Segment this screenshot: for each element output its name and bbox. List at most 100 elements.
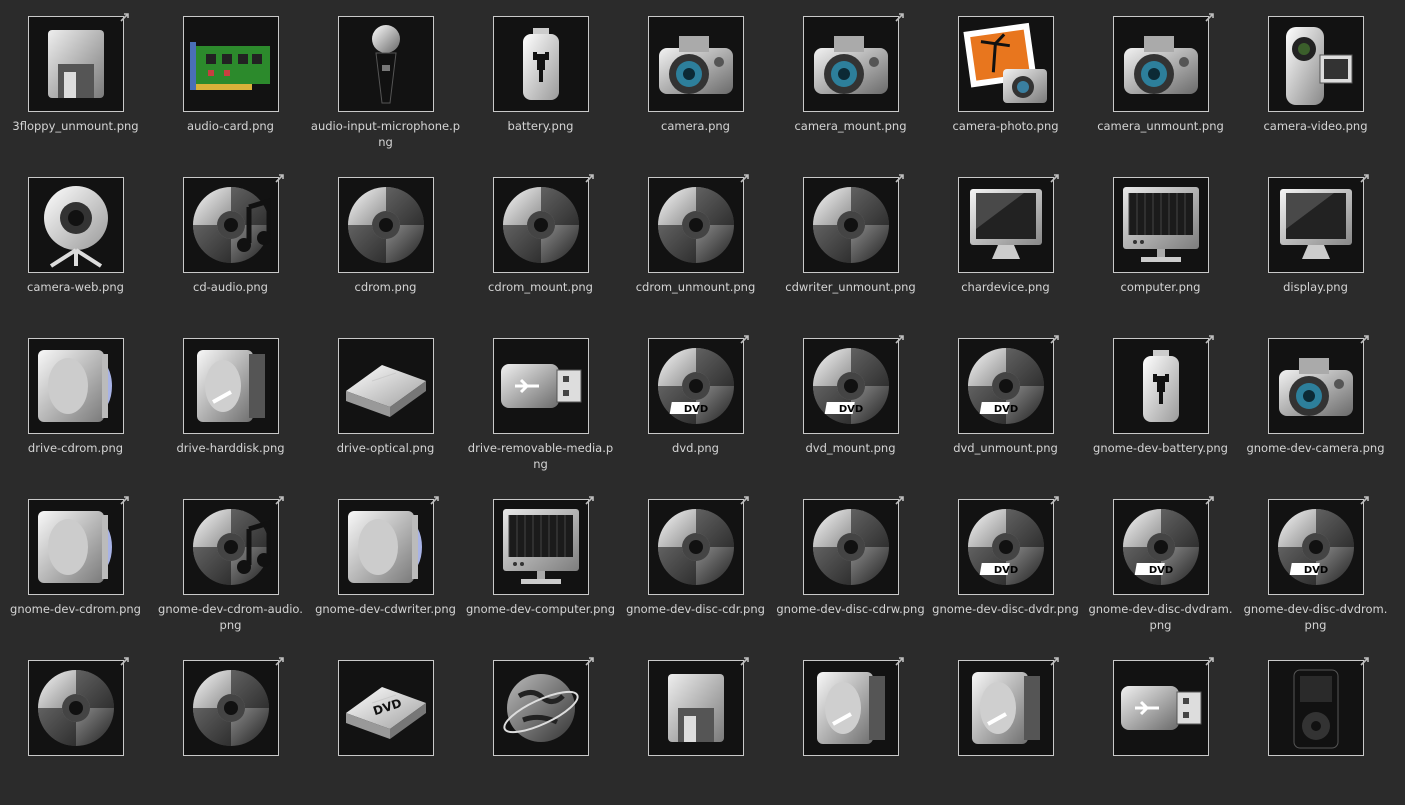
file-thumbnail[interactable] — [802, 174, 904, 273]
file-thumbnail[interactable] — [492, 657, 594, 756]
file-name-label: camera_unmount.png — [1097, 119, 1224, 133]
file-thumbnail[interactable] — [182, 338, 279, 434]
file-tile[interactable] — [773, 644, 928, 805]
file-tile[interactable]: camera-video.png — [1238, 0, 1393, 161]
file-tile[interactable]: drive-cdrom.png — [0, 322, 153, 483]
file-tile[interactable] — [1083, 644, 1238, 805]
file-thumbnail[interactable] — [27, 177, 124, 273]
file-tile[interactable]: audio-card.png — [153, 0, 308, 161]
file-thumbnail[interactable] — [27, 338, 124, 434]
symlink-arrow-icon — [1049, 335, 1059, 344]
file-thumbnail[interactable] — [492, 496, 594, 595]
symlink-arrow-icon — [1359, 174, 1369, 183]
file-tile[interactable]: gnome-dev-battery.png — [1083, 322, 1238, 483]
file-tile[interactable] — [928, 644, 1083, 805]
file-thumbnail[interactable] — [647, 174, 749, 273]
file-thumbnail[interactable] — [1112, 177, 1209, 273]
file-name-label: drive-harddisk.png — [176, 441, 285, 455]
file-thumbnail[interactable] — [1267, 335, 1369, 434]
file-tile[interactable]: cdrom.png — [308, 161, 463, 322]
file-thumbnail[interactable]: DVD — [1112, 496, 1214, 595]
file-thumbnail[interactable] — [1112, 657, 1214, 756]
file-thumbnail[interactable]: DVD — [957, 335, 1059, 434]
file-tile[interactable]: camera-photo.png — [928, 0, 1083, 161]
file-thumbnail[interactable]: DVD — [802, 335, 904, 434]
file-thumbnail[interactable] — [337, 16, 434, 112]
file-thumbnail[interactable] — [1112, 13, 1214, 112]
file-thumbnail[interactable] — [1267, 657, 1369, 756]
file-tile[interactable]: drive-harddisk.png — [153, 322, 308, 483]
file-thumbnail[interactable] — [492, 338, 589, 434]
file-thumbnail[interactable] — [1112, 335, 1214, 434]
file-tile[interactable]: gnome-dev-disc-cdrw.png — [773, 483, 928, 644]
file-thumbnail[interactable] — [1267, 16, 1364, 112]
file-thumbnail[interactable]: DVD — [647, 335, 749, 434]
file-thumbnail[interactable] — [182, 657, 284, 756]
file-thumbnail[interactable] — [27, 657, 129, 756]
file-thumbnail[interactable] — [27, 496, 129, 595]
file-tile[interactable]: drive-removable-media.png — [463, 322, 618, 483]
file-tile[interactable]: cd-audio.png — [153, 161, 308, 322]
file-tile[interactable]: display.png — [1238, 161, 1393, 322]
file-tile[interactable] — [1238, 644, 1393, 805]
disc-icon — [809, 183, 893, 267]
file-name-label: gnome-dev-cdrom.png — [10, 602, 141, 616]
file-thumbnail[interactable] — [1267, 174, 1369, 273]
file-thumbnail[interactable] — [182, 496, 284, 595]
file-name-label: camera.png — [661, 119, 730, 133]
file-thumbnail[interactable]: DVD — [957, 496, 1059, 595]
file-tile[interactable]: cdrom_mount.png — [463, 161, 618, 322]
file-tile[interactable]: audio-input-microphone.png — [308, 0, 463, 161]
file-tile[interactable]: DVD dvd.png — [618, 322, 773, 483]
file-thumbnail[interactable] — [182, 16, 279, 112]
file-thumbnail[interactable]: DVD — [1267, 496, 1369, 595]
file-thumbnail[interactable] — [957, 16, 1054, 112]
file-thumbnail[interactable] — [957, 657, 1059, 756]
file-thumbnail[interactable]: DVD — [337, 660, 434, 756]
symlink-arrow-icon — [739, 174, 749, 183]
file-thumbnail[interactable] — [647, 657, 749, 756]
file-thumbnail[interactable] — [337, 338, 434, 434]
file-thumbnail[interactable] — [802, 13, 904, 112]
file-tile[interactable]: DVD gnome-dev-disc-dvdrom.png — [1238, 483, 1393, 644]
file-tile[interactable]: computer.png — [1083, 161, 1238, 322]
file-tile[interactable]: gnome-dev-cdrom-audio.png — [153, 483, 308, 644]
file-thumbnail[interactable] — [492, 16, 589, 112]
file-tile[interactable]: gnome-dev-camera.png — [1238, 322, 1393, 483]
file-tile[interactable]: DVD dvd_mount.png — [773, 322, 928, 483]
file-thumbnail[interactable] — [957, 174, 1059, 273]
file-tile[interactable]: battery.png — [463, 0, 618, 161]
file-thumbnail[interactable] — [647, 496, 749, 595]
file-thumbnail[interactable] — [27, 13, 129, 112]
file-tile[interactable] — [153, 644, 308, 805]
file-tile[interactable]: camera.png — [618, 0, 773, 161]
file-tile[interactable]: cdwriter_unmount.png — [773, 161, 928, 322]
file-tile[interactable]: camera_unmount.png — [1083, 0, 1238, 161]
file-thumbnail[interactable] — [337, 496, 439, 595]
file-tile[interactable] — [463, 644, 618, 805]
file-tile[interactable]: DVD — [308, 644, 463, 805]
file-thumbnail[interactable] — [647, 16, 744, 112]
file-tile[interactable]: camera-web.png — [0, 161, 153, 322]
file-tile[interactable]: gnome-dev-disc-cdr.png — [618, 483, 773, 644]
file-tile[interactable]: DVD gnome-dev-disc-dvdram.png — [1083, 483, 1238, 644]
file-tile[interactable]: DVD dvd_unmount.png — [928, 322, 1083, 483]
file-tile[interactable]: camera_mount.png — [773, 0, 928, 161]
file-tile[interactable]: chardevice.png — [928, 161, 1083, 322]
symlink-arrow-icon — [1204, 335, 1214, 344]
file-tile[interactable]: drive-optical.png — [308, 322, 463, 483]
file-tile[interactable]: cdrom_unmount.png — [618, 161, 773, 322]
file-thumbnail[interactable] — [492, 174, 594, 273]
file-thumbnail[interactable] — [802, 657, 904, 756]
file-thumbnail[interactable] — [337, 177, 434, 273]
file-tile[interactable]: gnome-dev-cdwriter.png — [308, 483, 463, 644]
file-tile[interactable]: DVD gnome-dev-disc-dvdr.png — [928, 483, 1083, 644]
file-tile[interactable] — [618, 644, 773, 805]
file-tile[interactable]: gnome-dev-cdrom.png — [0, 483, 153, 644]
file-name-label: camera-photo.png — [952, 119, 1059, 133]
file-tile[interactable]: 3floppy_unmount.png — [0, 0, 153, 161]
file-thumbnail[interactable] — [182, 174, 284, 273]
file-tile[interactable]: gnome-dev-computer.png — [463, 483, 618, 644]
file-thumbnail[interactable] — [802, 496, 904, 595]
file-tile[interactable] — [0, 644, 153, 805]
